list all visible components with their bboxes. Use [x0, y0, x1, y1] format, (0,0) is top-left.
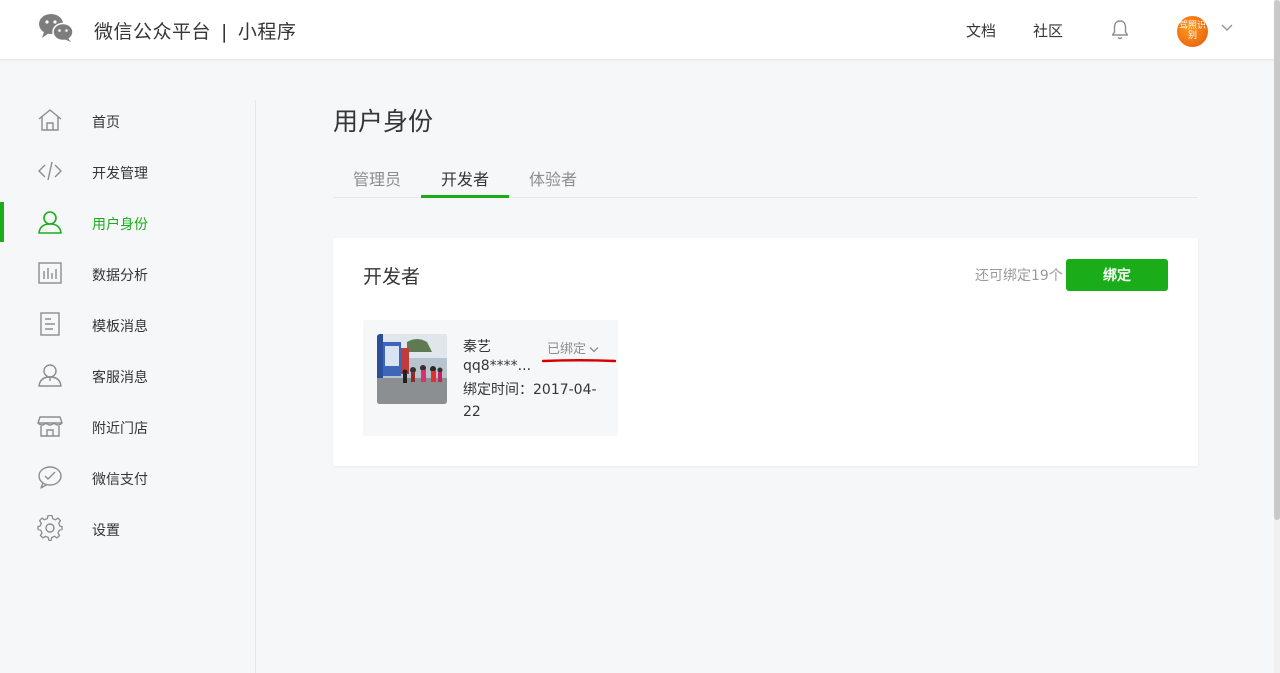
sidebar-item-template-message[interactable]: 模板消息	[0, 304, 256, 344]
developer-name: 秦艺	[463, 339, 491, 355]
bell-icon[interactable]	[1110, 19, 1130, 41]
code-icon	[38, 161, 62, 181]
nav-link-community[interactable]: 社区	[1033, 20, 1063, 41]
sidebar-item-nearby-store[interactable]: 附近门店	[0, 406, 256, 446]
chevron-down-icon	[589, 347, 599, 353]
bind-time: 绑定时间：2017-04-22	[463, 382, 597, 420]
document-icon	[40, 312, 60, 336]
wechat-logo-icon[interactable]	[38, 13, 74, 43]
brand-sub: 小程序	[237, 21, 297, 43]
user-icon	[38, 211, 62, 234]
bind-button[interactable]: 绑定	[1066, 259, 1168, 291]
avatar[interactable]: 驾照识别	[1177, 16, 1208, 47]
sidebar-item-label: 客服消息	[92, 370, 148, 386]
remaining-count: 还可绑定19个	[975, 268, 1063, 284]
sidebar-item-label: 模板消息	[92, 319, 148, 335]
tab-developer[interactable]: 开发者	[441, 166, 489, 190]
brand-separator: |	[221, 21, 228, 43]
tab-bar: 管理员 开发者 体验者	[333, 160, 1198, 198]
developer-photo	[377, 334, 447, 404]
bind-status-dropdown[interactable]: 已绑定	[547, 338, 599, 357]
chart-icon	[38, 262, 62, 284]
sidebar-item-label: 用户身份	[92, 217, 148, 233]
sidebar-item-label: 附近门店	[92, 421, 148, 437]
brand-main: 微信公众平台	[94, 21, 212, 43]
sidebar-item-home[interactable]: 首页	[0, 100, 256, 140]
scrollbar[interactable]	[1274, 0, 1280, 673]
page-title: 用户身份	[333, 107, 434, 136]
sidebar-item-label: 数据分析	[92, 268, 148, 284]
sidebar-item-data-analysis[interactable]: 数据分析	[0, 253, 256, 293]
developer-card: 秦艺 qq8****... 绑定时间：2017-04-22 已绑定	[363, 320, 618, 436]
sidebar-item-user-identity[interactable]: 用户身份	[0, 202, 256, 242]
bind-status-label: 已绑定	[547, 342, 587, 357]
sidebar-item-customer-service[interactable]: 客服消息	[0, 355, 256, 395]
scrollbar-thumb[interactable]	[1274, 0, 1280, 520]
home-icon	[38, 109, 62, 131]
wechat-pay-icon	[38, 466, 62, 489]
sidebar-item-label: 微信支付	[92, 472, 148, 488]
brand-title[interactable]: 微信公众平台 | 小程序	[94, 17, 296, 44]
customer-service-icon	[38, 364, 62, 387]
sidebar-item-settings[interactable]: 设置	[0, 508, 256, 548]
sidebar: 首页 开发管理 用户身份 数据分析 模板消息 客服消息 附近门店 微信支付 设置	[0, 100, 256, 673]
red-underline-annotation	[542, 359, 616, 363]
active-tab-indicator	[421, 195, 509, 198]
sidebar-item-label: 设置	[92, 523, 120, 539]
store-icon	[37, 416, 63, 437]
gear-icon	[37, 515, 63, 541]
chevron-down-icon[interactable]	[1220, 23, 1234, 33]
sidebar-item-dev-management[interactable]: 开发管理	[0, 151, 256, 191]
nav-link-docs[interactable]: 文档	[966, 20, 996, 41]
sidebar-item-label: 首页	[92, 115, 120, 131]
panel-title: 开发者	[363, 266, 421, 288]
sidebar-item-wechat-pay[interactable]: 微信支付	[0, 457, 256, 497]
tab-tester[interactable]: 体验者	[529, 166, 577, 190]
sidebar-item-label: 开发管理	[92, 166, 148, 182]
top-bar: 微信公众平台 | 小程序 文档 社区 驾照识别	[0, 0, 1274, 60]
developer-panel: 开发者 还可绑定19个 绑定 秦艺 qq8****... 绑定时间：2017-0…	[333, 238, 1198, 466]
developer-id: qq8****...	[463, 358, 532, 374]
tab-admin[interactable]: 管理员	[353, 166, 401, 190]
